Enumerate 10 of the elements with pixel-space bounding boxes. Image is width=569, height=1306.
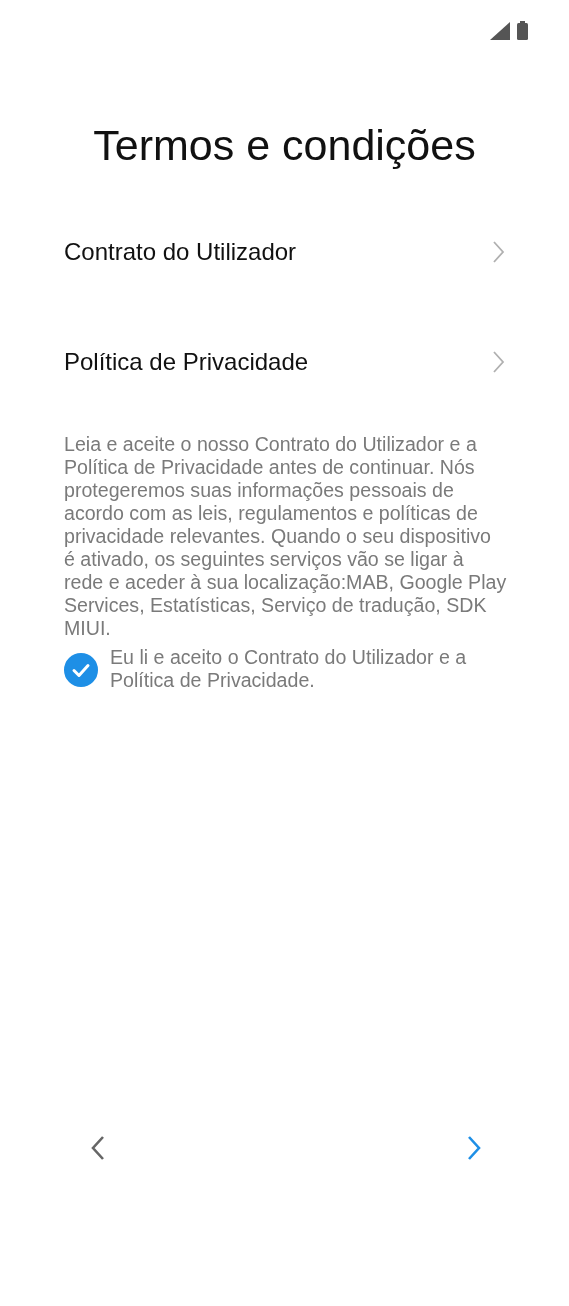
battery-icon [517,21,528,40]
agreement-checkbox[interactable] [64,653,98,687]
notice-text: Leia e aceite o nosso Contrato do Utilizador e a Política de Privacidade antes de continuar. Nós protegeremos suas informações pessoais de acordo com as leis, regulamentos e políticas de privacidade relevantes. Quando o seu dispositivo é ativado, os seguintes serviços vão se ligar à rede e aceder à sua localização:MAB, Google Play Services, Estatísticas, Serviço de tradução, SDK MIUI. [64,433,507,640]
chevron-icon [492,351,505,373]
page-title: Termos e condições [92,120,477,171]
agreement-label: Eu li e aceito o Contrato do Utilizador e a Política de Privacidade. [110,646,468,692]
settings-link[interactable]: Contrato do Utilizador [64,197,505,307]
chevron-icon [492,241,505,263]
signal-icon [490,22,510,40]
settings-link[interactable]: Política de Privacidade [64,307,505,417]
